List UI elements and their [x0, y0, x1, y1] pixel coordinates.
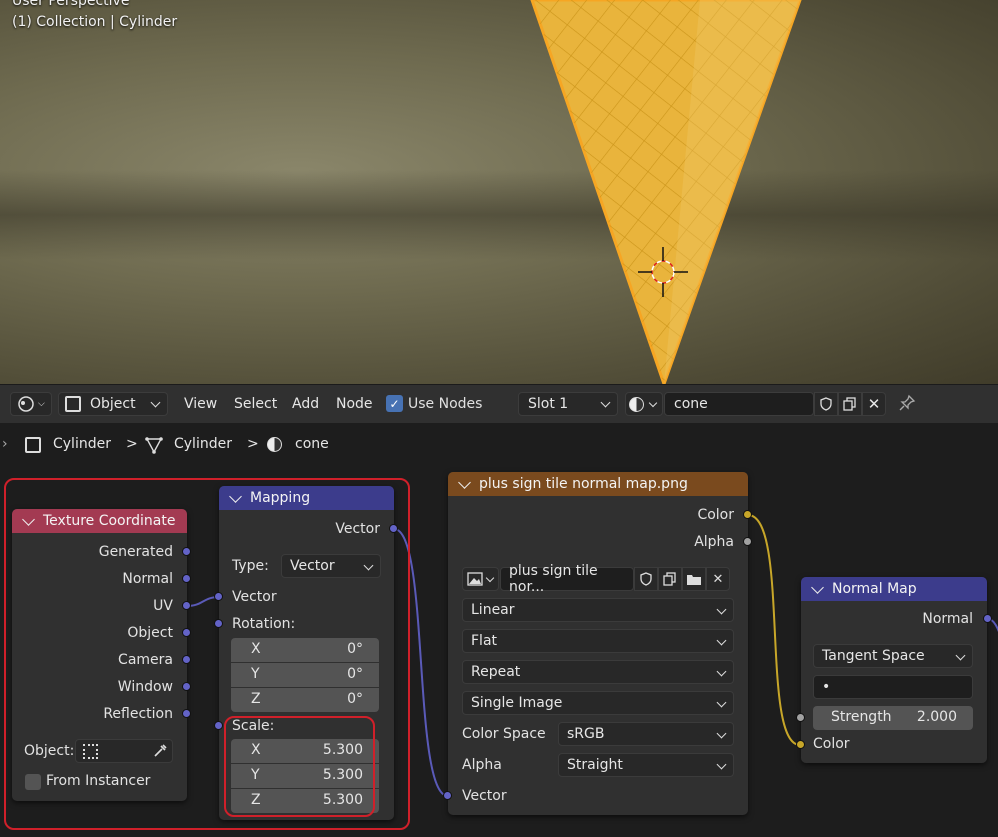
socket-alpha-out[interactable]: [743, 537, 752, 546]
node-header[interactable]: Normal Map: [801, 577, 987, 601]
output-normal: Normal: [922, 611, 973, 627]
socket-normal-out[interactable]: [983, 614, 992, 623]
node-title: plus sign tile normal map.png: [479, 476, 688, 492]
strength-label: Strength: [831, 709, 892, 725]
chevron-down-icon: [716, 697, 727, 708]
chevron-down-icon: [955, 650, 966, 661]
normal-map-node[interactable]: Normal Map Normal Tangent Space • Streng…: [801, 577, 987, 763]
extension-dropdown[interactable]: Repeat: [462, 660, 734, 684]
node-title: Normal Map: [832, 581, 917, 597]
image-texture-node[interactable]: plus sign tile normal map.png Color Alph…: [448, 472, 748, 815]
interpolation-dropdown[interactable]: Linear: [462, 598, 734, 622]
fake-user-button[interactable]: [634, 567, 658, 591]
collapse-chevron-icon[interactable]: [811, 580, 824, 594]
highlight-box-scale: [224, 716, 375, 817]
image-name: plus sign tile nor...: [509, 563, 598, 595]
interpolation-value: Linear: [471, 602, 515, 618]
duplicate-icon: [663, 572, 676, 586]
extension-value: Repeat: [471, 664, 521, 680]
image-name-field[interactable]: plus sign tile nor...: [500, 563, 634, 595]
image-selector: plus sign tile nor... ✕: [462, 563, 734, 595]
chevron-down-icon: [716, 604, 727, 615]
node-header[interactable]: plus sign tile normal map.png: [448, 472, 748, 496]
input-color: Color: [813, 736, 850, 752]
socket-strength-in[interactable]: [796, 713, 805, 722]
space-value: Tangent Space: [822, 648, 925, 664]
image-icon: [467, 572, 483, 586]
image-browse-button[interactable]: [462, 567, 499, 591]
folder-icon: [687, 574, 701, 585]
alpha-dropdown[interactable]: Straight: [558, 753, 734, 777]
socket-vector-in[interactable]: [443, 791, 452, 800]
new-image-button[interactable]: [658, 567, 682, 591]
space-dropdown[interactable]: Tangent Space: [813, 644, 973, 668]
strength-field[interactable]: Strength 2.000: [813, 706, 973, 730]
input-vector: Vector: [462, 788, 507, 804]
socket-color-out[interactable]: [743, 510, 752, 519]
color-space-value: sRGB: [567, 726, 605, 742]
open-image-button[interactable]: [682, 567, 706, 591]
uv-map-value: •: [822, 679, 831, 695]
close-icon: ✕: [712, 571, 724, 587]
chevron-down-icon: [485, 573, 495, 583]
color-space-label: Color Space: [462, 726, 546, 742]
projection-dropdown[interactable]: Flat: [462, 629, 734, 653]
alpha-value: Straight: [567, 757, 623, 773]
chevron-down-icon: [716, 759, 727, 770]
collapse-chevron-icon[interactable]: [458, 475, 471, 489]
projection-value: Flat: [471, 633, 498, 649]
shield-icon: [640, 572, 652, 586]
alpha-label: Alpha: [462, 757, 502, 773]
source-dropdown[interactable]: Single Image: [462, 691, 734, 715]
output-color: Color: [697, 507, 734, 523]
chevron-down-icon: [716, 728, 727, 739]
chevron-down-icon: [716, 666, 727, 677]
socket-color-in[interactable]: [796, 740, 805, 749]
strength-value: 2.000: [916, 709, 957, 725]
color-space-dropdown[interactable]: sRGB: [558, 722, 734, 746]
link-color-to-normalmap: [747, 514, 801, 746]
chevron-down-icon: [716, 635, 727, 646]
uv-map-field[interactable]: •: [813, 675, 973, 699]
unlink-image-button[interactable]: ✕: [706, 567, 730, 591]
source-value: Single Image: [471, 695, 563, 711]
output-alpha: Alpha: [694, 534, 734, 550]
